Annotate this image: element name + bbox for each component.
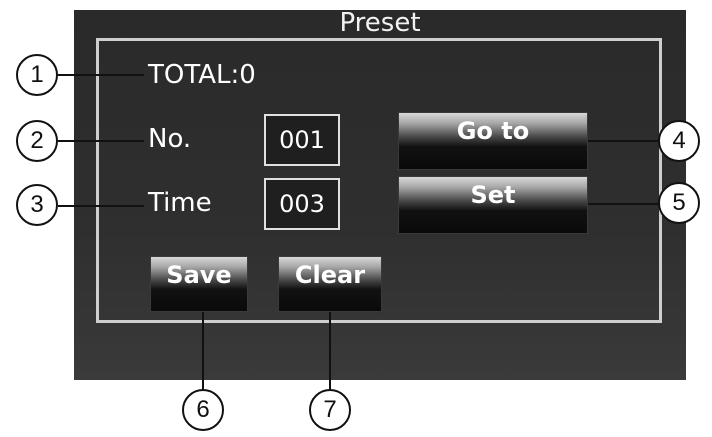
set-button[interactable]: Set: [398, 176, 588, 234]
callout-7-leader: [329, 312, 331, 390]
callout-4-leader: [588, 140, 658, 142]
dialog-title: Preset: [339, 8, 421, 38]
callout-2: 2: [16, 120, 58, 162]
save-button[interactable]: Save: [150, 256, 248, 312]
goto-button[interactable]: Go to: [398, 112, 588, 170]
callout-5: 5: [658, 182, 700, 224]
callout-1: 1: [16, 54, 58, 96]
callout-5-leader: [588, 203, 658, 205]
callout-7: 7: [309, 389, 351, 431]
time-field[interactable]: 003: [264, 178, 340, 230]
callout-3-leader: [58, 205, 144, 207]
callout-6: 6: [182, 389, 224, 431]
time-label: Time: [148, 188, 212, 218]
no-label: No.: [148, 124, 192, 154]
preset-screen: Preset TOTAL:0 No. 001 Time 003 Go to Se…: [74, 8, 686, 380]
callout-3: 3: [16, 184, 58, 226]
callout-4: 4: [658, 120, 700, 162]
callout-1-leader: [58, 74, 144, 76]
clear-button[interactable]: Clear: [278, 256, 382, 312]
no-field[interactable]: 001: [264, 114, 340, 166]
callout-6-leader: [202, 312, 204, 390]
callout-2-leader: [58, 140, 144, 142]
total-label: TOTAL:0: [148, 60, 256, 90]
